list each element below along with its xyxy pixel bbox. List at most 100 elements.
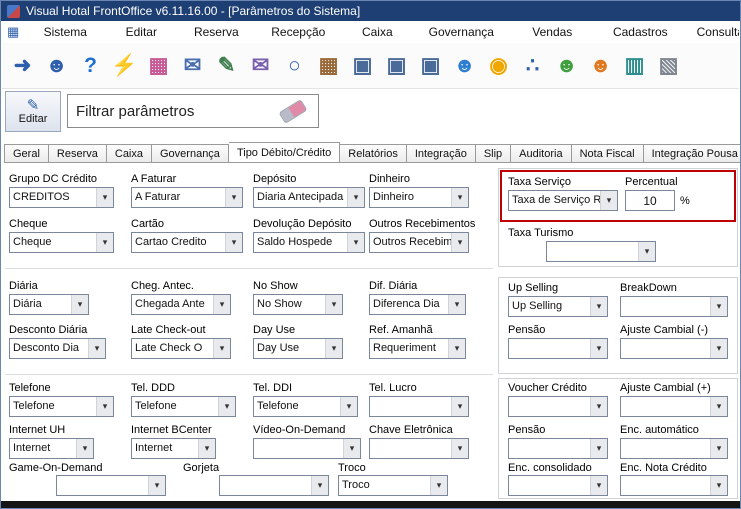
day-use-select[interactable]: Day Use ▾ (253, 338, 343, 359)
tab-nota-fiscal[interactable]: Nota Fiscal (571, 144, 644, 163)
tab-integracao-pousada[interactable]: Integração Pousa (643, 144, 740, 163)
menu-sistema[interactable]: Sistema (25, 25, 105, 39)
game-on-demand-select[interactable]: ▾ (56, 475, 166, 496)
chevron-down-icon[interactable]: ▾ (710, 297, 727, 316)
chevron-down-icon[interactable]: ▾ (325, 295, 342, 314)
chevron-down-icon[interactable]: ▾ (451, 233, 468, 252)
guest-card-icon[interactable]: ☻ (41, 49, 72, 83)
send-mail-icon[interactable]: ✉ (245, 49, 276, 83)
diaria-select[interactable]: Diária ▾ (9, 294, 89, 315)
video-on-demand-select[interactable]: ▾ (253, 438, 361, 459)
cartao-select[interactable]: Cartao Credito ▾ (131, 232, 243, 253)
troco-select[interactable]: Troco ▾ (338, 475, 448, 496)
outros-recebimentos-select[interactable]: Outros Recebimen▾ (369, 232, 469, 253)
pensao-select[interactable]: ▾ (508, 338, 608, 359)
up-selling-select[interactable]: Up Selling ▾ (508, 296, 608, 317)
chevron-down-icon[interactable]: ▾ (710, 476, 727, 495)
dif-diaria-select[interactable]: Diferenca Dia ▾ (369, 294, 466, 315)
chevron-down-icon[interactable]: ▾ (451, 439, 468, 458)
chevron-down-icon[interactable]: ▾ (451, 188, 468, 207)
menu-editar[interactable]: Editar (105, 25, 177, 39)
tab-reserva[interactable]: Reserva (48, 144, 107, 163)
chevron-down-icon[interactable]: ▾ (96, 397, 113, 416)
screen-report-icon[interactable]: ▥ (619, 49, 650, 83)
chevron-down-icon[interactable]: ▾ (198, 439, 215, 458)
chevron-down-icon[interactable]: ▾ (218, 397, 235, 416)
exit-icon[interactable]: ➜ (7, 49, 38, 83)
invoice-edit-icon[interactable]: ✎ (211, 49, 242, 83)
add-guest-icon[interactable]: ☻ (551, 49, 582, 83)
mail-icon[interactable]: ✉ (177, 49, 208, 83)
ajuste-cambial-mais-select[interactable]: ▾ (620, 396, 728, 417)
deposito-select[interactable]: Diaria Antecipada ▾ (253, 187, 365, 208)
internet-uh-select[interactable]: Internet ▾ (9, 438, 94, 459)
menu-cadastros[interactable]: Cadastros (595, 25, 685, 39)
chevron-down-icon[interactable]: ▾ (148, 476, 165, 495)
dinheiro-select[interactable]: Dinheiro ▾ (369, 187, 469, 208)
chevron-down-icon[interactable]: ▾ (448, 339, 465, 358)
breakdown-select[interactable]: ▾ (620, 296, 728, 317)
cheque-select[interactable]: Cheque ▾ (9, 232, 114, 253)
chevron-down-icon[interactable]: ▾ (448, 295, 465, 314)
tab-caixa[interactable]: Caixa (106, 144, 152, 163)
pensao-2-select[interactable]: ▾ (508, 438, 608, 459)
menu-governanca[interactable]: Governança (413, 25, 509, 39)
tab-integracao[interactable]: Integração (406, 144, 476, 163)
edit-button[interactable]: ✎ Editar (5, 91, 61, 132)
late-checkout-select[interactable]: Late Check O ▾ (131, 338, 231, 359)
menu-vendas[interactable]: Vendas (509, 25, 595, 39)
tel-lucro-select[interactable]: ▾ (369, 396, 469, 417)
help-icon[interactable]: ? (75, 49, 106, 83)
structure-icon[interactable]: ▦ (143, 49, 174, 83)
chevron-down-icon[interactable]: ▾ (225, 188, 242, 207)
tab-tipo-debito-credito[interactable]: Tipo Débito/Crédito (228, 142, 341, 163)
desconto-diaria-select[interactable]: Desconto Dia ▾ (9, 338, 106, 359)
chevron-down-icon[interactable]: ▾ (347, 188, 364, 207)
tab-geral[interactable]: Geral (4, 144, 49, 163)
room-double-icon[interactable]: ▣ (381, 49, 412, 83)
chevron-down-icon[interactable]: ▾ (710, 397, 727, 416)
filter-parameters-input[interactable] (68, 102, 280, 120)
menu-caixa[interactable]: Caixa (341, 25, 413, 39)
no-show-select[interactable]: No Show ▾ (253, 294, 343, 315)
ref-amanha-select[interactable]: Requeriment ▾ (369, 338, 466, 359)
chevron-down-icon[interactable]: ▾ (343, 439, 360, 458)
room-single-icon[interactable]: ▣ (347, 49, 378, 83)
enc-automatico-select[interactable]: ▾ (620, 438, 728, 459)
grupo-dc-credito-select[interactable]: CREDITOS ▾ (9, 187, 114, 208)
chevron-down-icon[interactable]: ▾ (710, 339, 727, 358)
chevron-down-icon[interactable]: ▾ (710, 439, 727, 458)
footprints-icon[interactable]: ∴ (517, 49, 548, 83)
chevron-down-icon[interactable]: ▾ (76, 439, 93, 458)
chevron-down-icon[interactable]: ▾ (638, 242, 655, 261)
voucher-credito-select[interactable]: ▾ (508, 396, 608, 417)
taxa-turismo-select[interactable]: ▾ (546, 241, 656, 262)
menu-recepcao[interactable]: Recepção (255, 25, 341, 39)
chevron-down-icon[interactable]: ▾ (325, 339, 342, 358)
chevron-down-icon[interactable]: ▾ (311, 476, 328, 495)
telefone-select[interactable]: Telefone ▾ (9, 396, 114, 417)
chevron-down-icon[interactable]: ▾ (600, 191, 617, 210)
tab-governanca[interactable]: Governança (152, 144, 229, 163)
chevron-down-icon[interactable]: ▾ (590, 476, 607, 495)
chevron-down-icon[interactable]: ▾ (430, 476, 447, 495)
gorjeta-select[interactable]: ▾ (219, 475, 329, 496)
chevron-down-icon[interactable]: ▾ (213, 339, 230, 358)
tel-ddd-select[interactable]: Telefone ▾ (131, 396, 236, 417)
lightning-icon[interactable]: ⚡ (109, 49, 140, 83)
chevron-down-icon[interactable]: ▾ (213, 295, 230, 314)
percentual-input[interactable] (625, 190, 675, 211)
bell-icon[interactable]: ◉ (483, 49, 514, 83)
tab-slip[interactable]: Slip (475, 144, 512, 163)
taxa-servico-select[interactable]: Taxa de Serviço RE ▾ (508, 190, 618, 211)
chevron-down-icon[interactable]: ▾ (590, 297, 607, 316)
chevron-down-icon[interactable]: ▾ (590, 439, 607, 458)
eraser-icon[interactable] (278, 98, 308, 124)
chegada-antecipada-select[interactable]: Chegada Ante ▾ (131, 294, 231, 315)
chevron-down-icon[interactable]: ▾ (340, 397, 357, 416)
guests-group-icon[interactable]: ☻ (449, 49, 480, 83)
tab-auditoria[interactable]: Auditoria (511, 144, 572, 163)
menu-reserva[interactable]: Reserva (177, 25, 255, 39)
internet-bcenter-select[interactable]: Internet ▾ (131, 438, 216, 459)
enc-nota-credito-select[interactable]: ▾ (620, 475, 728, 496)
